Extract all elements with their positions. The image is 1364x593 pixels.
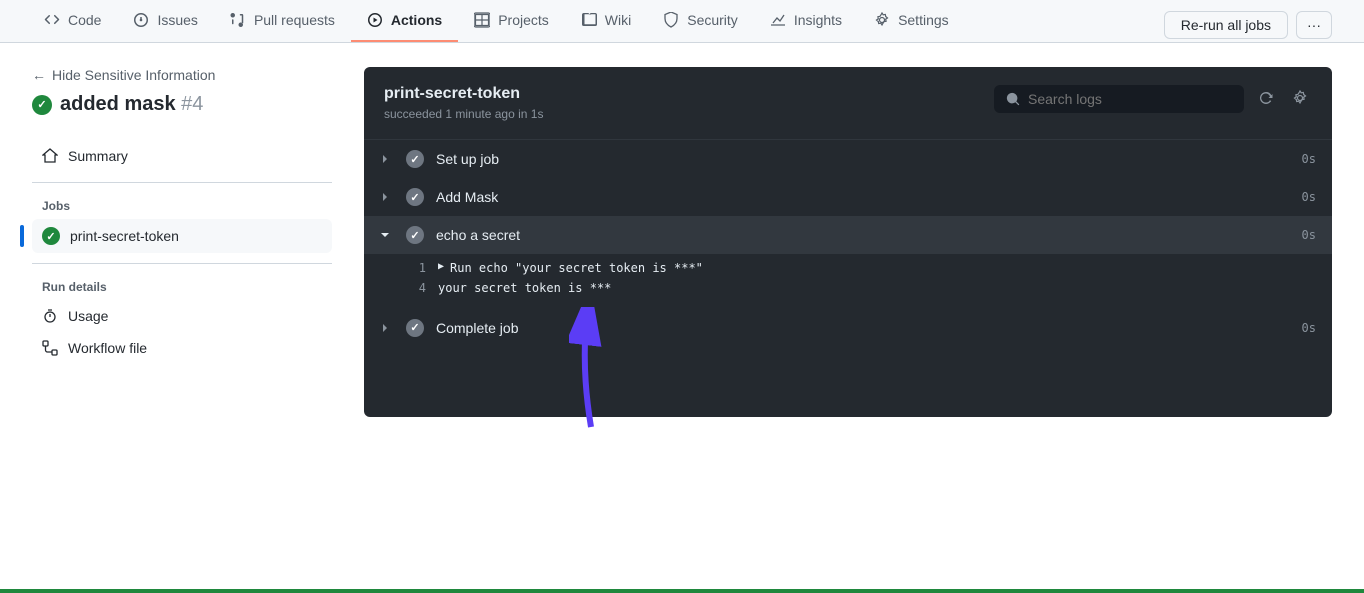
divider [32,263,332,264]
nav-tab-projects[interactable]: Projects [458,0,565,42]
back-link[interactable]: ← Hide Sensitive Information [32,67,332,83]
log-text: Run echo "your secret token is ***" [450,258,703,278]
nav-tab-insights[interactable]: Insights [754,0,858,42]
step-row-setup[interactable]: ✓ Set up job 0s [364,140,1332,178]
sidebar-item-job[interactable]: ✓ print-secret-token [32,219,332,253]
log-line: 4 your secret token is *** [412,278,1312,298]
nav-tab-security[interactable]: Security [647,0,754,42]
log-content: 1 ▶ Run echo "your secret token is ***" … [364,254,1332,309]
play-icon [367,12,383,28]
chevron-down-icon [380,230,394,240]
refresh-button[interactable] [1254,86,1278,113]
nav-tab-label: Security [687,12,738,28]
log-line: 1 ▶ Run echo "your secret token is ***" [412,258,1312,278]
repo-nav: Code Issues Pull requests Actions Projec… [0,0,1364,43]
chevron-right-icon [380,154,394,164]
rerun-all-jobs-button[interactable]: Re-run all jobs [1164,11,1288,39]
gear-icon [874,12,890,28]
workflow-icon [42,340,58,356]
step-time: 0s [1302,152,1316,166]
nav-tab-settings[interactable]: Settings [858,0,965,42]
shield-icon [663,12,679,28]
arrow-left-icon: ← [32,67,46,83]
refresh-icon [1258,90,1274,106]
step-label: echo a secret [436,227,1290,243]
sidebar-item-workflow-file[interactable]: Workflow file [32,332,332,364]
nav-tab-actions[interactable]: Actions [351,0,458,42]
step-row-complete[interactable]: ✓ Complete job 0s [364,309,1332,347]
nav-tab-label: Actions [391,12,442,28]
search-icon [1006,92,1020,106]
step-label: Add Mask [436,189,1290,205]
sidebar-item-label: Usage [68,308,108,324]
step-label: Set up job [436,151,1290,167]
more-options-button[interactable]: ··· [1296,11,1332,39]
chevron-right-icon [380,323,394,333]
sidebar-item-label: Workflow file [68,340,147,356]
nav-tab-label: Issues [157,12,197,28]
nav-tab-code[interactable]: Code [28,0,117,42]
step-time: 0s [1302,190,1316,204]
caret-right-icon[interactable]: ▶ [438,258,444,278]
sidebar-item-label: print-secret-token [70,228,179,244]
job-status-line: succeeded 1 minute ago in 1s [384,107,543,121]
check-circle-icon: ✓ [42,227,60,245]
step-time: 0s [1302,228,1316,242]
check-circle-icon: ✓ [32,95,52,115]
sidebar-item-usage[interactable]: Usage [32,300,332,332]
run-number: #4 [181,93,203,115]
home-icon [42,148,58,164]
step-time: 0s [1302,321,1316,335]
book-icon [581,12,597,28]
kebab-icon: ··· [1307,17,1321,33]
step-row-add-mask[interactable]: ✓ Add Mask 0s [364,178,1332,216]
check-circle-icon: ✓ [406,226,424,244]
check-circle-icon: ✓ [406,188,424,206]
step-label: Complete job [436,320,1290,336]
stopwatch-icon [42,308,58,324]
nav-tab-label: Projects [498,12,549,28]
project-icon [474,12,490,28]
back-link-label: Hide Sensitive Information [52,67,215,83]
sidebar-item-summary[interactable]: Summary [32,140,332,172]
issue-icon [133,12,149,28]
nav-tab-issues[interactable]: Issues [117,0,213,42]
sidebar-item-label: Summary [68,148,128,164]
step-row-echo-secret[interactable]: ✓ echo a secret 0s [364,216,1332,254]
line-number: 4 [412,278,438,298]
nav-tab-wiki[interactable]: Wiki [565,0,647,42]
sidebar-heading-details: Run details [32,274,332,300]
divider [32,182,332,183]
nav-tab-label: Settings [898,12,949,28]
chevron-right-icon [380,192,394,202]
check-circle-icon: ✓ [406,150,424,168]
settings-button[interactable] [1288,86,1312,113]
page-title: added mask #4 [60,93,203,116]
search-input[interactable] [1028,91,1232,107]
run-title: added mask [60,93,176,115]
nav-tab-label: Code [68,12,101,28]
nav-tab-pull-requests[interactable]: Pull requests [214,0,351,42]
gear-icon [1292,90,1308,106]
nav-tab-label: Insights [794,12,842,28]
nav-tab-label: Pull requests [254,12,335,28]
search-logs-box[interactable] [994,85,1244,113]
nav-tab-label: Wiki [605,12,631,28]
job-title: print-secret-token [384,85,543,103]
line-number: 1 [412,258,438,278]
check-circle-icon: ✓ [406,319,424,337]
log-text: your secret token is *** [438,278,611,298]
sidebar-heading-jobs: Jobs [32,193,332,219]
bottom-accent-bar [0,589,1364,593]
log-panel: print-secret-token succeeded 1 minute ag… [364,67,1332,417]
run-title-row: ✓ added mask #4 [32,93,332,116]
code-icon [44,12,60,28]
pr-icon [230,12,246,28]
graph-icon [770,12,786,28]
